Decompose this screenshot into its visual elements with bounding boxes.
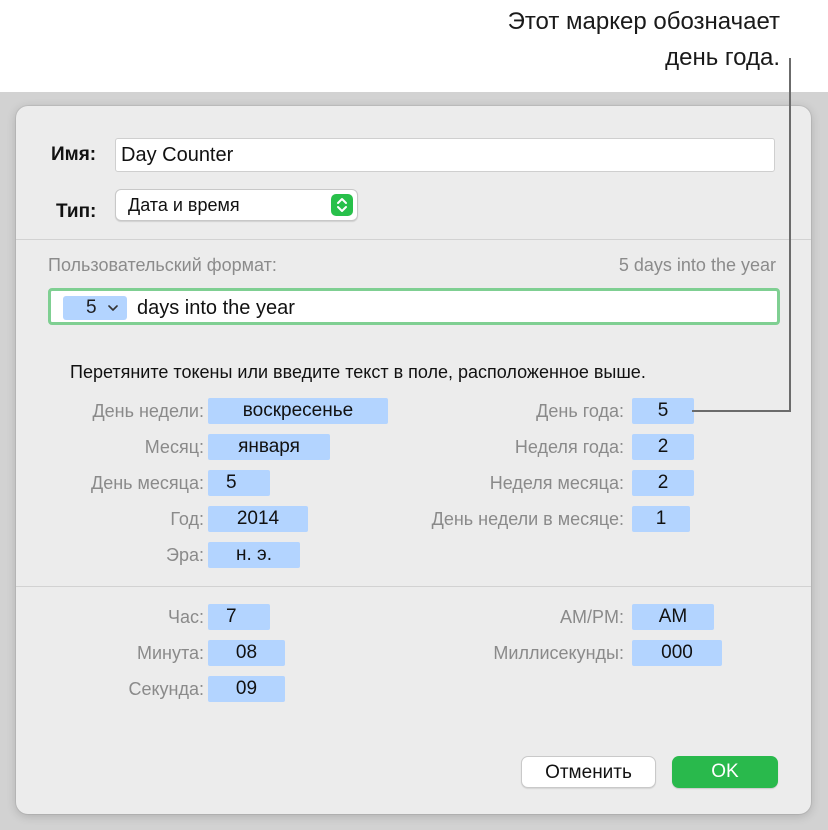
token-week-of-year[interactable]: 2 xyxy=(632,434,694,460)
weekday-label: День недели: xyxy=(92,401,204,421)
token-month[interactable]: января xyxy=(208,434,330,460)
token-weekday[interactable]: воскресенье xyxy=(208,398,388,424)
token-day-of-month[interactable]: 5 xyxy=(208,470,270,496)
weekday-in-month-label: День недели в месяце: xyxy=(431,509,624,529)
name-label: Имя: xyxy=(51,144,97,165)
token-era[interactable]: н. э. xyxy=(208,542,300,568)
day-of-year-label: День года: xyxy=(536,401,624,421)
token-year[interactable]: 2014 xyxy=(208,506,308,532)
token-hour[interactable]: 7 xyxy=(208,604,270,630)
week-of-month-label: Неделя месяца: xyxy=(489,473,624,493)
milliseconds-label: Миллисекунды: xyxy=(493,643,624,663)
token-week-of-month[interactable]: 2 xyxy=(632,470,694,496)
custom-format-dialog: Имя: Day Counter Тип: Дата и время Польз… xyxy=(16,106,811,814)
cancel-button[interactable]: Отменить xyxy=(521,756,656,788)
chevron-down-icon[interactable] xyxy=(108,305,118,312)
month-label: Месяц: xyxy=(144,437,204,457)
format-token-day-of-year[interactable]: 5 xyxy=(63,296,127,320)
format-input[interactable]: 5 days into the year xyxy=(48,288,780,325)
second-label: Секунда: xyxy=(128,679,204,699)
type-select-value: Дата и время xyxy=(128,195,240,215)
section-divider xyxy=(16,586,811,587)
token-day-of-year[interactable]: 5 xyxy=(632,398,694,424)
type-label: Тип: xyxy=(56,201,97,222)
up-down-chevron-icon[interactable] xyxy=(331,194,353,216)
instructions-text: Перетяните токены или введите текст в по… xyxy=(70,362,646,382)
format-token-value: 5 xyxy=(86,297,97,318)
format-preview: 5 days into the year xyxy=(618,255,776,275)
callout-line1: Этот маркер обозначает xyxy=(507,8,780,35)
ampm-label: AM/PM: xyxy=(559,607,624,627)
token-milliseconds[interactable]: 000 xyxy=(632,640,722,666)
era-label: Эра: xyxy=(166,545,204,565)
token-ampm[interactable]: AM xyxy=(632,604,714,630)
hour-label: Час: xyxy=(167,607,204,627)
format-text: days into the year xyxy=(137,297,295,319)
ok-button[interactable]: OK xyxy=(672,756,778,788)
day-of-month-label: День месяца: xyxy=(91,473,204,493)
week-of-year-label: Неделя года: xyxy=(514,437,624,457)
type-select[interactable]: Дата и время xyxy=(115,189,358,221)
token-weekday-in-month[interactable]: 1 xyxy=(632,506,690,532)
minute-label: Минута: xyxy=(136,643,204,663)
callout-annotation: Этот маркер обозначает день года. xyxy=(360,4,780,76)
year-label: Год: xyxy=(170,509,204,529)
custom-format-label: Пользовательский формат: xyxy=(48,255,277,275)
name-input[interactable]: Day Counter xyxy=(115,138,775,172)
callout-line2: день года. xyxy=(665,44,780,71)
token-minute[interactable]: 08 xyxy=(208,640,285,666)
section-divider xyxy=(16,239,811,240)
token-second[interactable]: 09 xyxy=(208,676,285,702)
